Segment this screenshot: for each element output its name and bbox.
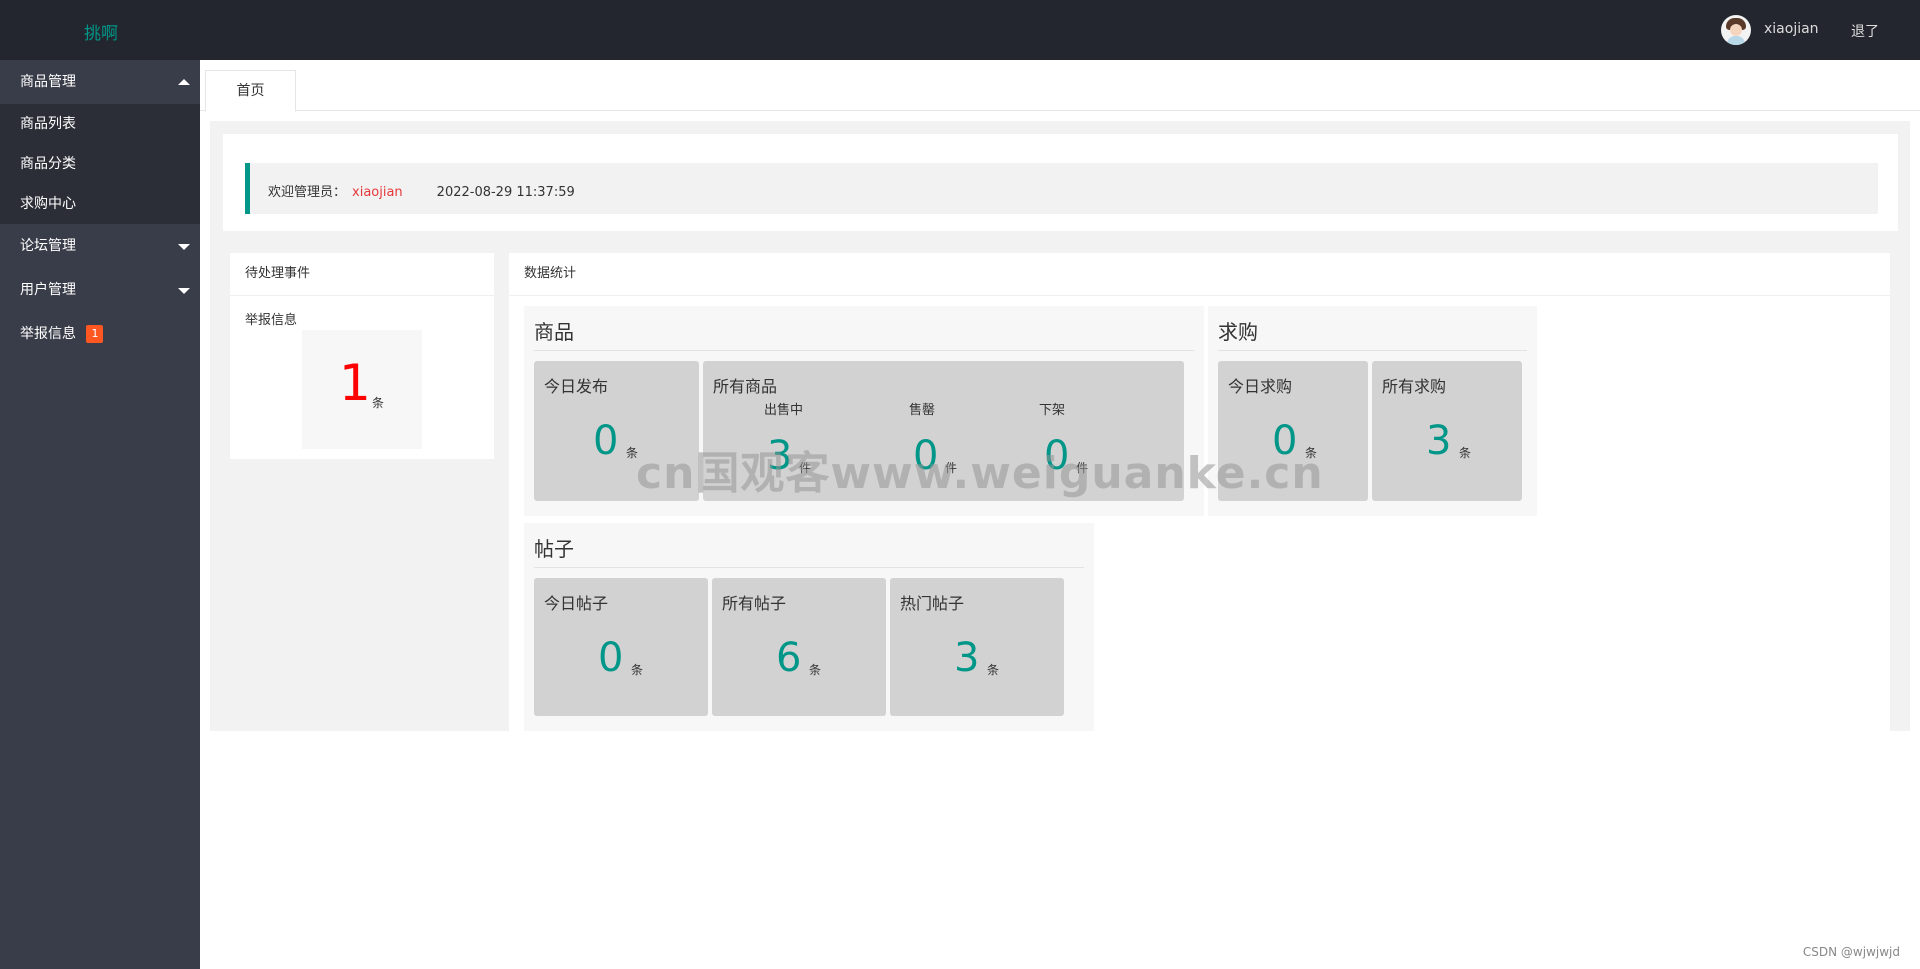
nav-group-label: 论坛管理 (20, 238, 76, 254)
want-all-value: 3 (1426, 418, 1452, 464)
nav-group-label: 举报信息 (20, 326, 76, 342)
nav-item-reports[interactable]: 举报信息 1 (0, 312, 200, 356)
pending-card: 待处理事件 举报信息 1 条 (230, 253, 494, 459)
nav-group-users[interactable]: 用户管理 (0, 268, 200, 312)
welcome-bar: 欢迎管理员： xiaojian 2022-08-29 11:37:59 (245, 163, 1878, 214)
posts-hot-box[interactable]: 热门帖子 3 条 (890, 578, 1064, 716)
nav-group-forum[interactable]: 论坛管理 (0, 224, 200, 268)
chevron-up-icon (178, 79, 190, 85)
main-content: 欢迎管理员： xiaojian 2022-08-29 11:37:59 待处理事件 … (210, 121, 1910, 731)
section-divider (534, 567, 1084, 568)
section-divider (1218, 350, 1527, 351)
watermark-text: cn国观客www.weiguanke.cn (636, 448, 1324, 499)
posts-hot-unit: 条 (987, 663, 1000, 677)
posts-all-value: 6 (776, 635, 802, 681)
sold-out-label: 售罄 (909, 403, 936, 418)
pending-count-box[interactable]: 1 条 (302, 330, 422, 449)
posts-hot-value: 3 (954, 635, 980, 681)
want-all-unit: 条 (1459, 446, 1472, 460)
posts-today-label: 今日帖子 (544, 594, 609, 613)
nav-group-goods[interactable]: 商品管理 (0, 60, 200, 104)
posts-section: 帖子 今日帖子 0 条 所有帖子 6 条 热门帖子 3 条 (524, 523, 1094, 731)
sidebar-item-want-center[interactable]: 求购中心 (0, 184, 200, 224)
nav-group-label: 用户管理 (20, 282, 76, 298)
nav-group-label: 商品管理 (20, 74, 76, 90)
pending-count: 1 (339, 354, 371, 412)
reports-badge: 1 (86, 325, 104, 343)
posts-all-label: 所有帖子 (722, 594, 787, 613)
want-all-label: 所有求购 (1382, 377, 1447, 396)
want-all-box[interactable]: 所有求购 3 条 (1372, 361, 1522, 501)
avatar-body (1727, 36, 1745, 45)
goods-today-label: 今日发布 (544, 377, 609, 396)
on-sale-label: 出售中 (764, 403, 804, 418)
chevron-down-icon (178, 288, 190, 294)
chevron-down-icon (178, 244, 190, 250)
tab-home[interactable]: 首页 (205, 70, 296, 112)
want-today-label: 今日求购 (1228, 377, 1293, 396)
tab-bar: 首页 (200, 60, 1920, 112)
welcome-time: 2022-08-29 11:37:59 (436, 185, 575, 200)
posts-today-unit: 条 (631, 663, 644, 677)
sidebar: 商品管理 商品列表 商品分类 求购中心 论坛管理 用户管理 举报信息 1 (0, 60, 200, 969)
posts-all-unit: 条 (809, 663, 822, 677)
user-name[interactable]: xiaojian (1764, 21, 1819, 37)
posts-today-value: 0 (598, 635, 624, 681)
posts-title: 帖子 (534, 537, 574, 561)
welcome-text: 欢迎管理员： xiaojian 2022-08-29 11:37:59 (268, 181, 575, 200)
welcome-prefix: 欢迎管理员： (268, 185, 347, 200)
welcome-name: xiaojian (352, 185, 403, 200)
sidebar-item-goods-category[interactable]: 商品分类 (0, 144, 200, 184)
pending-label: 举报信息 (245, 313, 298, 328)
want-title: 求购 (1218, 320, 1258, 344)
avatar-face (1730, 24, 1742, 36)
goods-today-value: 0 (593, 418, 619, 464)
goods-title: 商品 (534, 320, 574, 344)
logout-link[interactable]: 退了 (1851, 21, 1879, 41)
posts-today-box[interactable]: 今日帖子 0 条 (534, 578, 708, 716)
csdn-credit: CSDN @wjwjwjd (1802, 945, 1900, 959)
user-avatar[interactable] (1721, 15, 1751, 45)
subnav-goods: 商品列表 商品分类 求购中心 (0, 104, 200, 224)
off-shelf-label: 下架 (1039, 403, 1066, 418)
sidebar-item-goods-list[interactable]: 商品列表 (0, 104, 200, 144)
top-header: 挑啊 xiaojian 退了 (0, 0, 1920, 60)
section-divider (534, 350, 1194, 351)
posts-hot-label: 热门帖子 (900, 594, 965, 613)
pending-unit: 条 (372, 396, 385, 410)
goods-all-label: 所有商品 (713, 377, 778, 396)
welcome-card: 欢迎管理员： xiaojian 2022-08-29 11:37:59 (223, 134, 1898, 231)
stats-title: 数据统计 (509, 253, 1890, 296)
posts-all-box[interactable]: 所有帖子 6 条 (712, 578, 886, 716)
app-logo[interactable]: 挑啊 (84, 19, 118, 44)
pending-title: 待处理事件 (230, 253, 494, 296)
